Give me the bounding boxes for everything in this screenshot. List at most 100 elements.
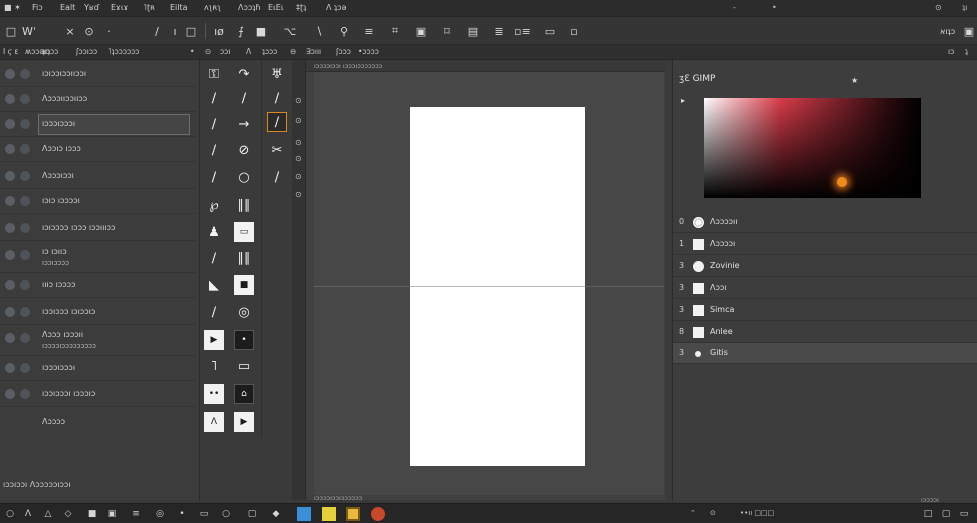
start-icon[interactable]: ○ [4, 508, 16, 520]
tray-square-icon[interactable]: □ [922, 508, 934, 520]
canvas-area[interactable]: ıɔɔɔɔıɔɔı ıɔɔɔıɔɔɔɔɔɔɔ ıɔɔɔɔıɔɔıɔɔɔɔɔɔ [306, 60, 665, 502]
layer-row[interactable]: ıɔıɔ ıɔɔɔɔı [0, 189, 196, 214]
link-icon[interactable] [20, 363, 30, 373]
layer-row[interactable]: ıııɔ ıɔɔɔɔ [0, 273, 196, 298]
window-icon[interactable]: ▣ [106, 508, 118, 520]
close-doc-icon[interactable]: × [63, 22, 77, 40]
folder-icon[interactable] [346, 507, 360, 521]
line-icon[interactable]: ı [168, 22, 182, 40]
link-icon[interactable] [20, 119, 30, 129]
fg-swatch[interactable]: ▭ [234, 222, 254, 242]
color-row-selected[interactable]: 3 Gitis [673, 343, 977, 364]
tray-arrow-icon[interactable]: ⌃ [690, 509, 696, 517]
panel-toggle-icon[interactable]: ▣ [962, 22, 976, 40]
app-yellow-icon[interactable] [322, 507, 336, 521]
option-minus[interactable]: ⊖ [290, 47, 296, 56]
ink-icon[interactable]: ∕ [204, 114, 224, 134]
heal-icon[interactable]: ∕ [204, 248, 224, 268]
measure-icon[interactable]: ∕ [204, 302, 224, 322]
rect-icon[interactable]: □ [184, 22, 198, 40]
corner-icon[interactable]: ⌑ [440, 22, 454, 40]
zoom-level[interactable]: ıø [212, 22, 226, 40]
link-icon[interactable] [20, 307, 30, 317]
option-a[interactable]: Ʌ [246, 47, 251, 56]
settings-icon[interactable]: ⊙ [935, 3, 942, 12]
option-hardness[interactable]: ʇɔɔɔ [262, 47, 277, 56]
triangle-icon[interactable]: △ [42, 508, 54, 520]
visibility-icon[interactable] [5, 363, 15, 373]
layer-row[interactable]: ıɔıɔɔɔɔ ıɔɔɔ ıɔɔıııɔɔ [0, 216, 196, 241]
leaf-icon[interactable]: ◆ [270, 508, 282, 520]
layer-row[interactable]: ıɔɔıɔɔɔ ıɔıɔɔıɔ [0, 300, 196, 325]
layer-row[interactable]: Ʌɔɔıɔ ıɔɔɔ [0, 137, 196, 162]
stack-icon[interactable]: ≣ [492, 22, 506, 40]
option-brush[interactable]: ʃɔɔıɔɔ [76, 47, 97, 56]
option-right-2[interactable]: ʇ [965, 47, 968, 56]
dock-icon[interactable]: ⊙ [295, 116, 302, 125]
fill-rect-icon[interactable]: ■ [254, 22, 268, 40]
tray-clock[interactable]: ••ıı □□□ [740, 509, 774, 517]
bucket-icon[interactable]: ⚿ [204, 64, 224, 84]
play-box-icon[interactable]: ▶ [234, 412, 254, 432]
maximize-button[interactable]: • [772, 3, 777, 12]
dot-icon[interactable]: · [102, 22, 116, 40]
panel-icon[interactable]: ▭ [543, 22, 557, 40]
menu-help[interactable]: ‡ʈʇ [296, 3, 306, 12]
play-icon[interactable]: ▶ [204, 330, 224, 350]
link-icon[interactable] [20, 333, 30, 343]
clone-icon[interactable]: ♟ [204, 222, 224, 242]
option-right-1[interactable]: ıɔ [948, 47, 954, 56]
list-icon[interactable]: ≡ [130, 508, 142, 520]
menu-filters[interactable]: Ʌɔɔʇɦ [238, 3, 260, 12]
link-icon[interactable] [20, 250, 30, 260]
notification-icon[interactable]: ▭ [958, 508, 970, 520]
home-icon[interactable]: ⌂ [234, 384, 254, 404]
tray-circle-icon[interactable]: ⊙ [710, 509, 716, 517]
menu-tools[interactable]: ʌʅʀʅ [204, 3, 221, 12]
color-picker-field[interactable] [704, 98, 921, 198]
layer-row[interactable]: Ʌɔɔɔɔ [0, 410, 196, 435]
link-icon[interactable] [20, 389, 30, 399]
visibility-icon[interactable] [5, 196, 15, 206]
bg-swatch[interactable]: ■ [234, 275, 254, 295]
web-icon[interactable]: Wˈ [22, 22, 36, 40]
grid-icon[interactable]: ▤ [466, 22, 480, 40]
circle-icon[interactable]: ○ [220, 508, 232, 520]
target-icon[interactable]: ⊙ [82, 22, 96, 40]
rotate-icon[interactable]: ↷ [234, 64, 254, 84]
visibility-icon[interactable] [5, 280, 15, 290]
layer-row-selected[interactable]: ıɔɔɔıɔɔɔı [0, 112, 196, 137]
rect-icon[interactable]: ▭ [198, 508, 210, 520]
path-icon[interactable]: ˥ [204, 356, 224, 376]
canvas-stage[interactable] [314, 72, 664, 495]
brush-tool-icon[interactable]: ∕ [204, 88, 224, 108]
mask-icon[interactable]: • [234, 330, 254, 350]
visibility-icon[interactable] [5, 389, 15, 399]
option-jitter[interactable]: ʃɔɔɔ [336, 47, 351, 56]
square-icon[interactable]: ■ [86, 508, 98, 520]
layer-row[interactable]: ıɔ ıɔııɔ ıɔɔıɔɔɔɔ [0, 243, 196, 273]
color-row[interactable]: 0 Ʌɔɔɔɔıı [673, 212, 977, 233]
paint-select-icon[interactable]: ◣ [204, 275, 224, 295]
visibility-icon[interactable] [5, 94, 15, 104]
close-icon[interactable]: ʇı [962, 3, 967, 12]
warp-icon[interactable]: ⌥ [283, 22, 297, 40]
link-icon[interactable] [20, 196, 30, 206]
dock-icon[interactable]: ⊙ [295, 154, 302, 163]
menu-extra[interactable]: Ʌ ʇɔǝ [326, 3, 346, 12]
circle-target-icon[interactable]: ◎ [234, 302, 254, 322]
new-file-icon[interactable]: □ [4, 22, 18, 40]
option-circle[interactable]: ⊙ [205, 47, 211, 56]
dock-icon[interactable]: ⊙ [295, 96, 302, 105]
layer-row[interactable]: ıɔɔɔıɔɔɔı [0, 356, 196, 381]
lasso-icon[interactable]: ℘ [204, 195, 224, 215]
dock-icon[interactable]: ⊙ [295, 172, 302, 181]
small-square-icon[interactable]: ▫ [567, 22, 581, 40]
airbrush-icon[interactable]: ∕ [234, 88, 254, 108]
menu-edit[interactable]: Ealt [60, 3, 75, 12]
visibility-icon[interactable] [5, 69, 15, 79]
color-row[interactable]: 3 Zovinie [673, 256, 977, 277]
menu-colors[interactable]: Eilta [170, 3, 188, 12]
pen-icon[interactable]: ♅ [267, 64, 287, 84]
label-box-icon[interactable]: Ʌ [204, 412, 224, 432]
